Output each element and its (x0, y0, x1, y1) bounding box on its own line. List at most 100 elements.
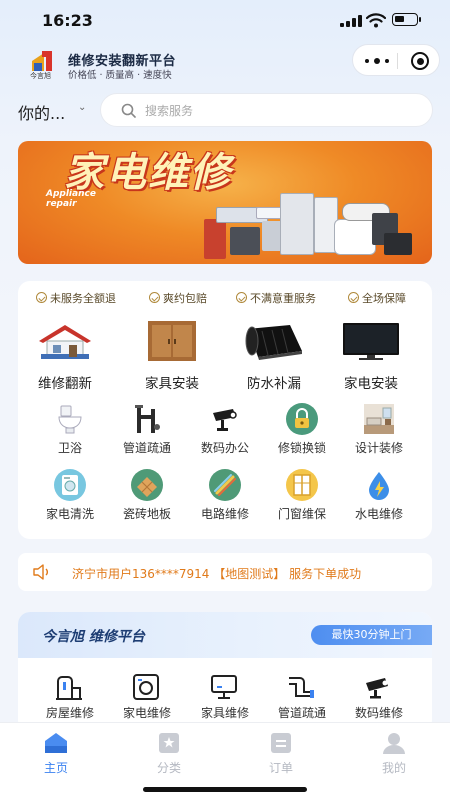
platform-item-appliance[interactable]: 家电维修 (107, 668, 187, 730)
service-pipe-unclog[interactable]: 管道疏通 (107, 403, 187, 459)
guarantee-item: 全场保障 (348, 290, 406, 306)
fast-arrival-badge: 最快30分钟上门 (311, 625, 432, 645)
capsule-divider (397, 53, 398, 69)
home-indicator (143, 787, 307, 792)
platform-item-house[interactable]: 房屋维修 (30, 668, 110, 730)
service-label: 家具安装 (145, 376, 199, 392)
house-repair-icon (39, 325, 91, 359)
service-bathroom[interactable]: 卫浴 (30, 403, 110, 459)
waterproof-roll-icon (245, 325, 302, 360)
washing-machine-icon (54, 469, 86, 501)
platform-item-label: 数码维修 (354, 706, 403, 720)
chevron-down-icon[interactable]: ⌄ (78, 102, 86, 113)
cabinet-icon (148, 321, 196, 361)
house-icon (56, 676, 82, 700)
platform-item-pipe[interactable]: 管道疏通 (262, 668, 342, 730)
lock-icon (286, 403, 318, 435)
service-label: 瓷砖地板 (122, 507, 171, 521)
interior-icon (364, 404, 394, 434)
check-circle-icon (149, 292, 160, 303)
service-label: 管道疏通 (122, 441, 171, 455)
water-electric-icon (369, 472, 389, 500)
service-appliance-cleaning[interactable]: 家电清洗 (30, 469, 110, 525)
more-icon[interactable] (365, 58, 389, 64)
notice-text: 济宁市用户136****7914 【地图测试】 服务下单成功 (72, 567, 362, 581)
search-bar[interactable] (100, 93, 433, 127)
service-renovation[interactable]: 维修翻新 (20, 321, 110, 393)
circuit-icon (209, 469, 241, 501)
search-input[interactable] (145, 102, 405, 120)
service-door-window[interactable]: 门窗维保 (262, 469, 342, 525)
service-label: 修锁换锁 (277, 441, 326, 455)
services-card: 未服务全额退 爽约包赔 不满意重服务 全场保障 维修翻新 家具安装 防水补漏 家… (18, 281, 432, 539)
toilet-icon (58, 405, 82, 434)
tile-icon (131, 469, 163, 501)
tv-icon (343, 323, 399, 360)
tab-home[interactable]: 主页 (26, 729, 86, 779)
monitor-icon (211, 675, 237, 699)
service-label: 维修翻新 (38, 376, 92, 392)
window-icon (286, 469, 318, 501)
wifi-icon (366, 13, 386, 28)
service-water-electric[interactable]: 水电维修 (339, 469, 419, 525)
tab-orders[interactable]: 订单 (251, 729, 311, 779)
platform-title: 今言旭 维修平台 (42, 629, 145, 645)
tab-category[interactable]: 分类 (139, 729, 199, 779)
service-lock[interactable]: 修锁换锁 (262, 403, 342, 459)
service-design-decor[interactable]: 设计装修 (339, 403, 419, 459)
status-time: 16:23 (42, 11, 93, 30)
service-label: 防水补漏 (247, 376, 301, 392)
app-slogan: 价格低 · 质量高 · 速度快 (68, 70, 172, 81)
tab-label: 分类 (156, 761, 181, 775)
platform-item-digital[interactable]: 数码维修 (339, 668, 419, 730)
platform-card: 今言旭 维修平台 最快30分钟上门 房屋维修 家电维修 家具维修 管道疏通 数码… (18, 612, 432, 732)
guarantee-item: 爽约包赔 (149, 290, 207, 306)
service-circuit-repair[interactable]: 电路维修 (185, 469, 265, 525)
service-label: 水电维修 (354, 507, 403, 521)
user-icon (383, 733, 405, 754)
tab-mine[interactable]: 我的 (364, 729, 424, 779)
service-label: 卫浴 (57, 441, 82, 455)
search-icon (121, 103, 136, 118)
check-circle-icon (36, 292, 47, 303)
home-icon (45, 733, 67, 753)
signal-icon (340, 15, 362, 27)
service-label: 家电清洗 (45, 507, 94, 521)
tab-label: 我的 (381, 761, 406, 775)
platform-item-label: 家电维修 (122, 706, 171, 720)
service-label: 电路维修 (200, 507, 249, 521)
logo-text: 今言旭 (30, 72, 51, 80)
washer-icon (133, 674, 159, 700)
platform-item-furniture[interactable]: 家具维修 (185, 668, 265, 730)
service-furniture-install[interactable]: 家具安装 (127, 321, 217, 393)
order-notice-bar[interactable]: 济宁市用户136****7914 【地图测试】 服务下单成功 (18, 553, 432, 591)
tab-label: 订单 (268, 761, 293, 775)
promo-banner[interactable]: 家电维修 Appliance repair (18, 141, 432, 264)
banner-subtitle: Appliance repair (46, 189, 96, 209)
check-circle-icon (236, 292, 247, 303)
guarantee-item: 未服务全额退 (36, 290, 116, 306)
service-label: 家电安装 (344, 376, 398, 392)
pipe-icon (289, 677, 314, 698)
service-label: 数码办公 (200, 441, 249, 455)
platform-item-label: 房屋维修 (45, 706, 94, 720)
battery-icon (392, 13, 421, 26)
platform-header: 今言旭 维修平台 最快30分钟上门 (18, 612, 432, 658)
speaker-icon (33, 564, 48, 580)
service-appliance-install[interactable]: 家电安装 (326, 321, 416, 393)
guarantee-bar: 未服务全额退 爽约包赔 不满意重服务 全场保障 (18, 281, 432, 311)
camera-icon (366, 678, 388, 699)
category-icon (159, 733, 179, 753)
pipe-icon (135, 405, 160, 433)
camera-icon (213, 409, 237, 431)
guarantee-item: 不满意重服务 (236, 290, 316, 306)
service-waterproofing[interactable]: 防水补漏 (229, 321, 319, 393)
service-tile-floor[interactable]: 瓷砖地板 (107, 469, 187, 525)
platform-item-label: 管道疏通 (277, 706, 326, 720)
close-miniprogram-icon[interactable] (411, 52, 429, 70)
service-digital-office[interactable]: 数码办公 (185, 403, 265, 459)
check-circle-icon (348, 292, 359, 303)
tab-label: 主页 (43, 761, 68, 775)
location-selector[interactable]: 你的... (18, 100, 65, 124)
service-label: 门窗维保 (277, 507, 326, 521)
